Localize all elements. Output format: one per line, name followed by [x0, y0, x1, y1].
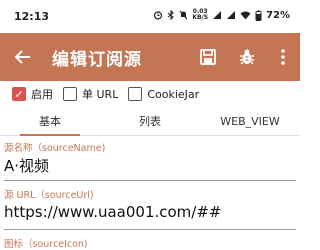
source-url-label: 源 URL（sourceUrl) [4, 190, 94, 201]
source-icon-label: 图标（sourceIcon) [4, 239, 88, 250]
signal-1-icon [213, 11, 222, 19]
battery-icon [255, 9, 262, 21]
single-url-label: 单 URL [82, 88, 119, 101]
more-options-button[interactable] [271, 45, 295, 69]
status-time: 12:13 [14, 10, 50, 23]
signal-2-icon [227, 11, 236, 19]
save-icon [200, 49, 216, 65]
network-speed: 0.03 KB/S [192, 9, 208, 21]
checkbox-checked-icon: ✓ [12, 87, 26, 101]
tab-bar: 基本 列表 WEB_VIEW [0, 108, 300, 136]
tab-basic[interactable]: 基本 [0, 108, 100, 136]
cookiejar-label: CookieJar [147, 87, 200, 101]
source-url-underline [4, 229, 296, 230]
checkbox-empty-icon [63, 87, 77, 101]
tab-webview[interactable]: WEB_VIEW [200, 108, 300, 135]
cookiejar-checkbox[interactable]: CookieJar [128, 87, 199, 101]
alarm-icon [154, 11, 163, 20]
tab-list[interactable]: 列表 [100, 108, 200, 135]
source-url-field[interactable]: https://www.uaa001.com/## [4, 203, 296, 225]
page-title: 编辑订阅源 [52, 50, 142, 70]
bluetooth-icon [167, 10, 175, 20]
source-name-underline [4, 180, 296, 181]
arrow-left-icon [14, 50, 30, 64]
battery-level: 72% [266, 9, 290, 21]
status-bar: 12:13 0.03 KB/S 72% [0, 0, 300, 33]
back-button[interactable] [10, 44, 36, 70]
status-icons: 0.03 KB/S 72% [153, 9, 290, 21]
enable-label: 启用 [31, 88, 53, 101]
wifi-icon [240, 11, 251, 20]
single-url-checkbox[interactable]: 单 URL [63, 86, 118, 102]
bug-icon [240, 49, 254, 65]
source-name-field[interactable]: A·视频 [4, 155, 296, 177]
save-button[interactable] [196, 45, 220, 69]
enable-checkbox[interactable]: ✓ 启用 [12, 86, 53, 102]
options-row: ✓ 启用 单 URL CookieJar [0, 81, 300, 107]
app-bar: 编辑订阅源 [0, 33, 300, 81]
checkbox-empty-icon [128, 87, 143, 101]
debug-button[interactable] [235, 45, 259, 69]
source-name-label: 源名称（sourceName) [4, 143, 106, 154]
network-speed-unit: KB/S [192, 14, 209, 21]
mute-icon [179, 10, 188, 20]
more-vert-icon [281, 49, 285, 65]
